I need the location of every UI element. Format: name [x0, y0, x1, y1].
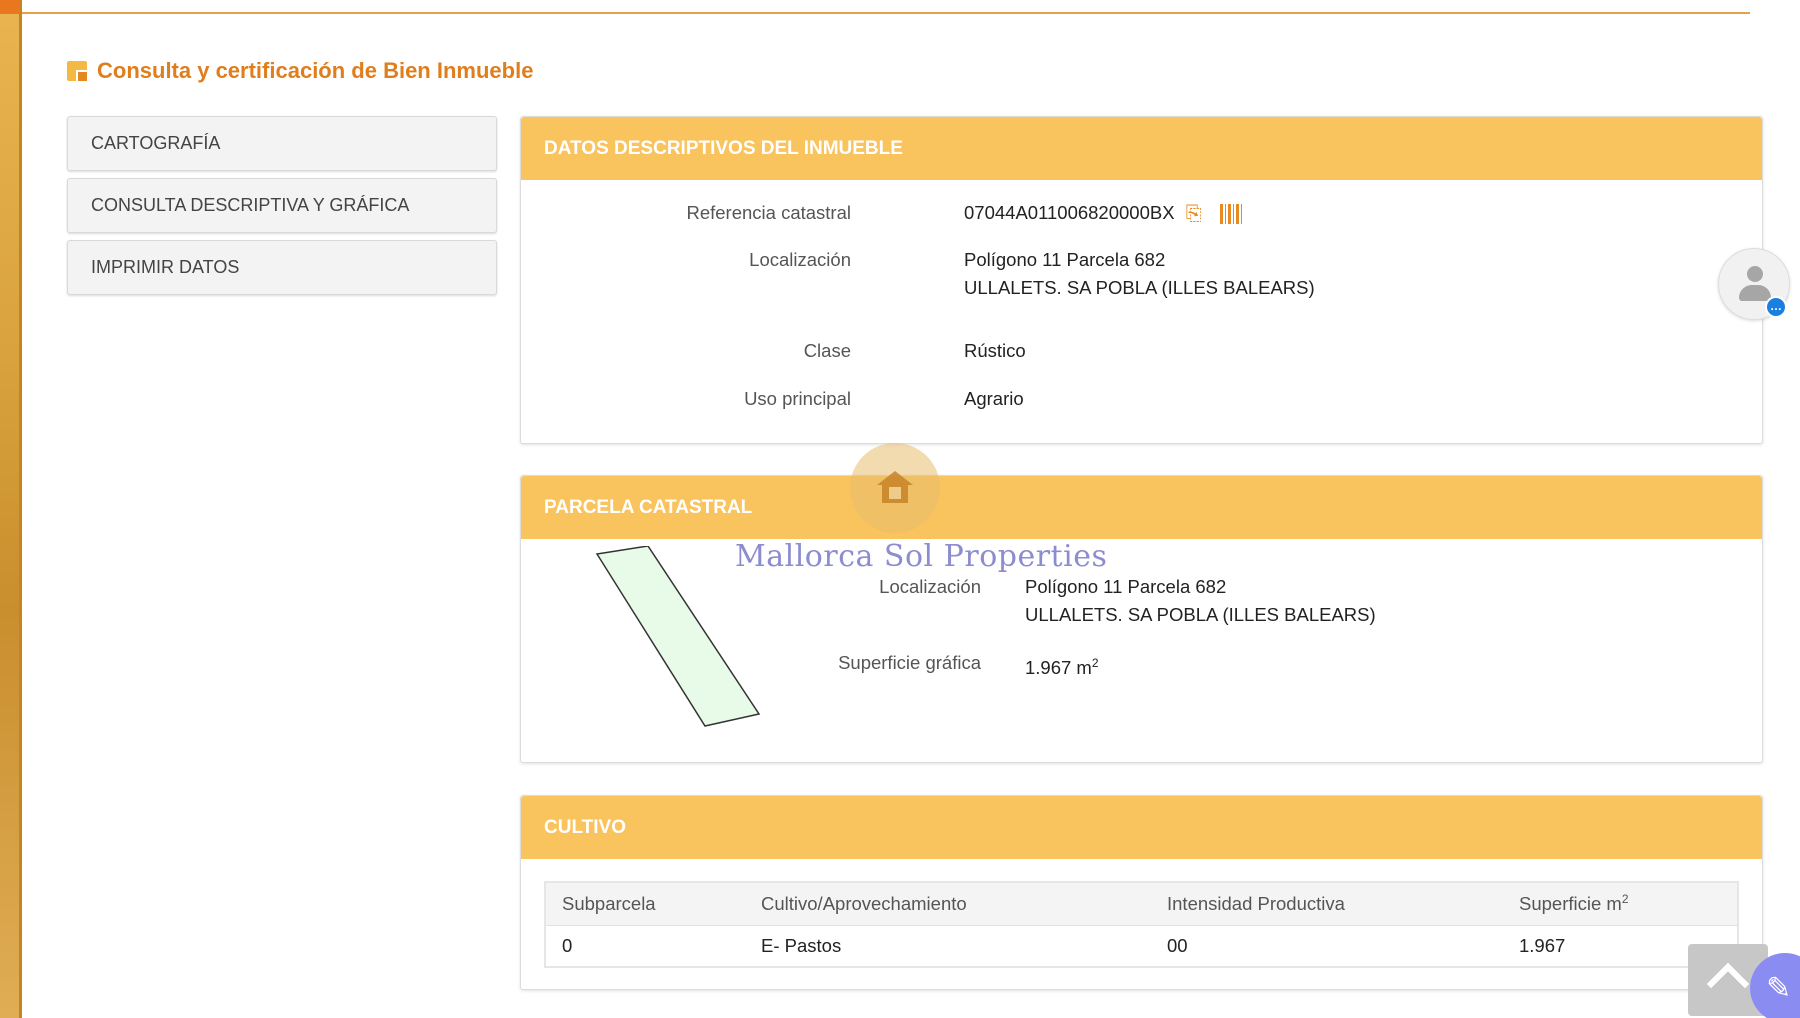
pencil-icon: ✎ [1766, 972, 1792, 1005]
cell-cultivo: E- Pastos [745, 925, 1151, 968]
parcel-loc-line2: ULLALETS. SA POBLA (ILLES BALEARS) [1025, 604, 1376, 625]
parcel-loc-value: Polígono 11 Parcela 682 ULLALETS. SA POB… [1025, 573, 1376, 629]
cultivo-table: Subparcela Cultivo/Aprovechamiento Inten… [544, 881, 1739, 968]
menu-item-imprimir[interactable]: IMPRIMIR DATOS [67, 240, 497, 295]
cell-intensidad: 00 [1151, 925, 1503, 968]
ref-value: 07044A011006820000BX [964, 202, 1175, 223]
document-icon [67, 61, 89, 83]
col-subparcela: Subparcela [545, 881, 745, 926]
parcel-loc-label: Localización [879, 576, 981, 597]
uso-label: Uso principal [744, 388, 851, 409]
background-strip [0, 0, 22, 1018]
side-menu: CARTOGRAFÍA CONSULTA DESCRIPTIVA Y GRÁFI… [67, 116, 497, 302]
parcel-panel-header: PARCELA CATASTRAL [521, 476, 1762, 539]
table-row: 0 E- Pastos 00 1.967 [545, 925, 1738, 968]
loc-label: Localización [749, 249, 851, 270]
cultivo-panel-header: CULTIVO [521, 796, 1762, 859]
top-accent [0, 0, 20, 14]
parcel-area-number: 1.967 m [1025, 657, 1092, 679]
chat-icon[interactable]: … [1765, 296, 1787, 318]
loc-line2: ULLALETS. SA POBLA (ILLES BALEARS) [964, 277, 1315, 298]
chevron-up-icon [1706, 962, 1750, 1006]
col-superficie: Superficie m2 [1503, 881, 1738, 926]
loc-line1: Polígono 11 Parcela 682 [964, 249, 1166, 270]
clase-value: Rústico [964, 340, 1026, 361]
descriptive-panel: DATOS DESCRIPTIVOS DEL INMUEBLE Referenc… [520, 116, 1763, 444]
parcel-polygon [595, 546, 761, 727]
ref-label: Referencia catastral [686, 202, 851, 223]
menu-item-cartografia[interactable]: CARTOGRAFÍA [67, 116, 497, 171]
clase-label: Clase [803, 340, 851, 361]
uso-value: Agrario [964, 388, 1024, 409]
copy-icon[interactable]: ⎘ [1186, 200, 1202, 228]
parcel-area-sup: 2 [1091, 656, 1099, 670]
barcode-icon[interactable] [1219, 204, 1242, 225]
parcel-panel: PARCELA CATASTRAL Localización Polígono … [520, 475, 1763, 763]
parcel-area-label: Superficie gráfica [838, 652, 981, 673]
top-divider [22, 12, 1750, 14]
cultivo-panel: CULTIVO Subparcela Cultivo/Aprovechamien… [520, 795, 1763, 990]
parcel-loc-line1: Polígono 11 Parcela 682 [1025, 576, 1227, 597]
cell-subparcela: 0 [545, 925, 745, 968]
parcel-area-value: 1.967 m2 [1025, 649, 1099, 682]
ref-value-row: 07044A011006820000BX ⎘ [964, 199, 1242, 228]
loc-value: Polígono 11 Parcela 682 ULLALETS. SA POB… [964, 246, 1315, 302]
col-intensidad: Intensidad Productiva [1151, 881, 1503, 926]
table-header-row: Subparcela Cultivo/Aprovechamiento Inten… [545, 881, 1738, 926]
col-cultivo: Cultivo/Aprovechamiento [745, 881, 1151, 926]
page-title-text: Consulta y certificación de Bien Inmuebl… [97, 58, 534, 83]
descriptive-panel-header: DATOS DESCRIPTIVOS DEL INMUEBLE [521, 117, 1762, 180]
menu-item-consulta[interactable]: CONSULTA DESCRIPTIVA Y GRÁFICA [67, 178, 497, 233]
page-title: Consulta y certificación de Bien Inmuebl… [67, 58, 533, 84]
